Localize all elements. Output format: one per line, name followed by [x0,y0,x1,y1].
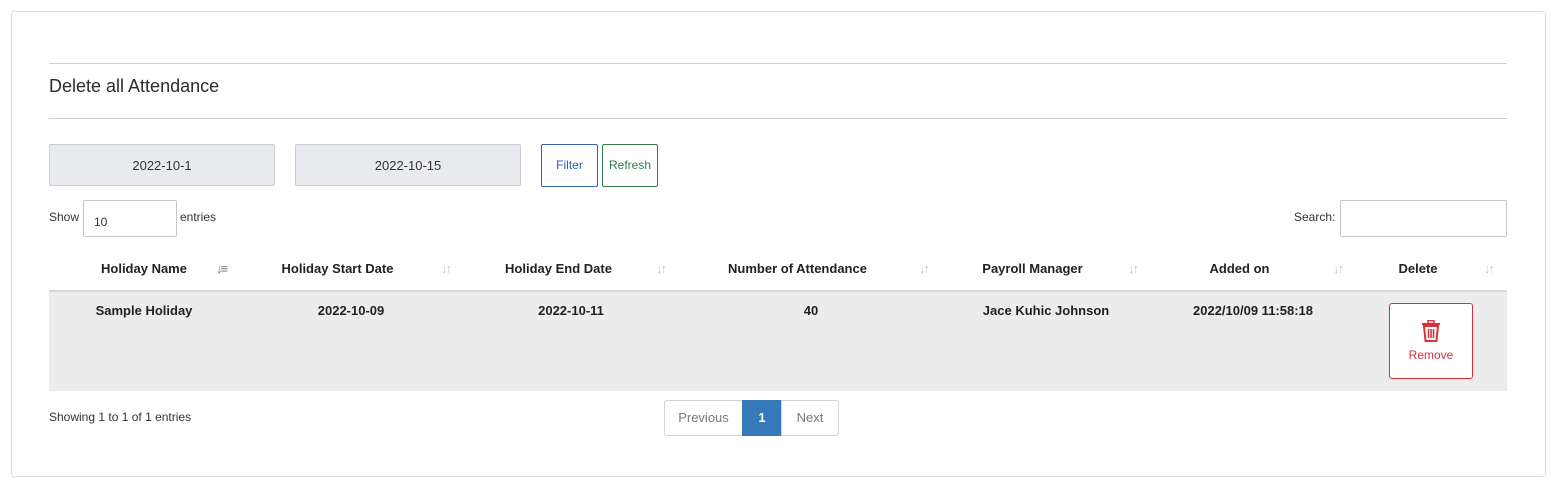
cell-start-date: 2022-10-09 [317,303,385,318]
sort-icon[interactable]: ↓↑ [441,261,452,276]
sort-icon[interactable]: ↓↑ [1484,261,1495,276]
top-divider [49,63,1507,64]
page-1-button[interactable]: 1 [742,400,782,436]
entries-label: entries [180,210,217,224]
page-title: Delete all Attendance [49,76,220,96]
search-input[interactable] [1340,200,1507,237]
table-info: Showing 1 to 1 of 1 entries [49,410,192,424]
remove-label: Remove [1408,348,1454,362]
show-label: Show [49,210,80,224]
header-delete[interactable]: Delete [1350,254,1486,290]
header-holiday-name[interactable]: Holiday Name [49,254,239,290]
start-date-input[interactable]: 2022-10-1 [49,144,275,186]
previous-page-button[interactable]: Previous [664,400,743,436]
title-divider [49,118,1507,119]
header-added-on[interactable]: Added on [1143,254,1336,290]
remove-button[interactable]: Remove [1389,303,1473,379]
search-label: Search: [1294,210,1336,224]
refresh-button[interactable]: Refresh [602,144,658,187]
sort-icon[interactable]: ↓↑ [1128,261,1139,276]
filter-button[interactable]: Filter [541,144,598,187]
header-holiday-end-date[interactable]: Holiday End Date [456,254,661,290]
cell-added-on: 2022/10/09 11:58:18 [1193,303,1313,318]
trash-icon [1422,320,1440,342]
header-payroll-manager[interactable]: Payroll Manager [934,254,1131,290]
sort-asc-icon[interactable]: ↓≡ [216,261,228,276]
header-holiday-start-date[interactable]: Holiday Start Date [239,254,436,290]
sort-icon[interactable]: ↓↑ [1333,261,1344,276]
cell-attendance: 40 [803,303,819,318]
sort-icon[interactable]: ↓↑ [919,261,930,276]
sort-icon[interactable]: ↓↑ [656,261,667,276]
cell-payroll-manager: Jace Kuhic Johnson [982,303,1110,318]
next-page-button[interactable]: Next [781,400,839,436]
end-date-input[interactable]: 2022-10-15 [295,144,521,186]
cell-holiday-name: Sample Holiday [95,303,193,318]
cell-end-date: 2022-10-11 [538,303,604,318]
entries-length-input[interactable]: 10 [83,200,177,237]
header-number-of-attendance[interactable]: Number of Attendance [672,254,923,290]
